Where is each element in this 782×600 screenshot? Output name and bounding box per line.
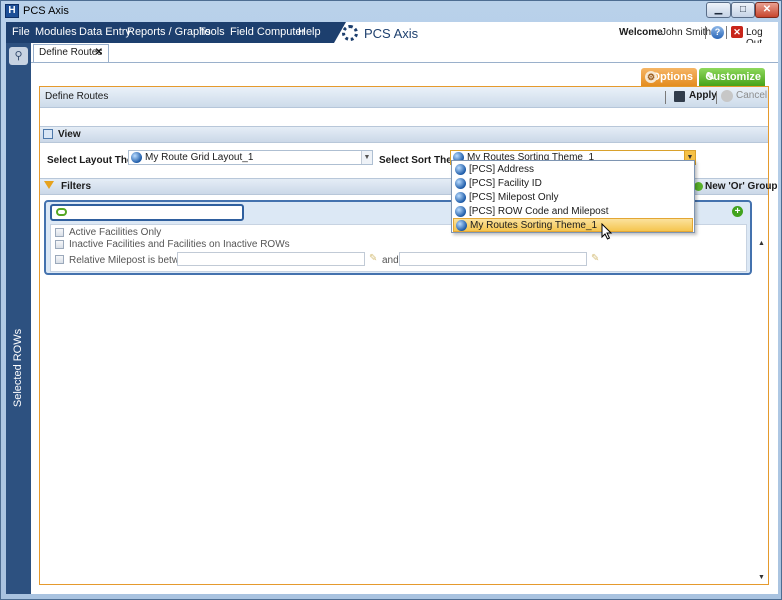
- divider: [726, 26, 727, 39]
- panel-header: Define Routes Apply Cancel: [40, 87, 768, 108]
- filter-icon: [44, 181, 54, 189]
- gear-icon: ⚙: [645, 71, 657, 83]
- globe-icon: [455, 164, 466, 175]
- vertical-scrollbar[interactable]: ▲ ▼: [755, 240, 767, 583]
- minimize-button[interactable]: ▁: [706, 2, 731, 18]
- globe-icon: [455, 192, 466, 203]
- tab-strip: Define Routes ✕: [31, 43, 778, 63]
- scroll-down-icon[interactable]: ▼: [758, 574, 765, 581]
- cancel-button[interactable]: Cancel: [736, 90, 767, 101]
- customize-button[interactable]: ✎ Customize: [699, 68, 765, 86]
- layout-theme-value: My Route Grid Layout_1: [145, 152, 254, 163]
- filters-title: Filters: [61, 181, 92, 192]
- dropdown-option[interactable]: [PCS] Milepost Only: [453, 191, 693, 205]
- options-button[interactable]: ⚙ Options: [641, 68, 697, 86]
- inactive-facilities-checkbox[interactable]: [55, 240, 64, 249]
- main-content: Define Routes ✕ ⚙ Options ✎ Customize De…: [31, 43, 778, 594]
- window-title: PCS Axis: [23, 5, 69, 17]
- app-icon: H: [5, 4, 19, 18]
- milepost-to-input[interactable]: [399, 252, 587, 266]
- close-window-button[interactable]: ✕: [755, 2, 779, 18]
- active-facilities-checkbox[interactable]: [55, 228, 64, 237]
- tab-label: Define Routes: [39, 47, 103, 58]
- user-name: John Smith: [661, 27, 712, 38]
- chevron-down-icon[interactable]: ▼: [361, 151, 372, 164]
- new-or-group-button[interactable]: New 'Or' Group: [705, 181, 778, 192]
- view-title: View: [58, 129, 81, 140]
- relative-milepost-checkbox[interactable]: [55, 255, 64, 264]
- and-operator-icon: [56, 208, 67, 216]
- menu-tools[interactable]: Tools: [199, 26, 225, 38]
- globe-icon: [455, 206, 466, 217]
- active-facilities-label: Active Facilities Only: [69, 227, 162, 238]
- save-icon: [674, 91, 685, 102]
- add-filter-button[interactable]: +: [732, 206, 743, 217]
- globe-icon: [455, 178, 466, 189]
- maximize-button[interactable]: □: [731, 2, 755, 18]
- option-label: My Routes Sorting Theme_1: [470, 220, 598, 231]
- dropdown-option[interactable]: [PCS] Facility ID: [453, 177, 693, 191]
- app-name-label: PCS Axis: [364, 26, 419, 41]
- layout-theme-select[interactable]: My Route Grid Layout_1 ▼: [128, 150, 373, 165]
- option-label: [PCS] Facility ID: [469, 178, 542, 189]
- grid-icon: [43, 129, 53, 139]
- cancel-icon: [721, 90, 733, 102]
- scroll-up-icon[interactable]: ▲: [758, 240, 765, 247]
- divider: [705, 26, 706, 39]
- view-section-header[interactable]: View: [40, 126, 768, 143]
- menu-modules[interactable]: Modules: [35, 26, 77, 38]
- add-group-icon: [694, 182, 703, 191]
- left-sidebar: ⚲ Selected ROWs: [6, 43, 31, 594]
- group-name-input[interactable]: [50, 204, 244, 221]
- welcome-label: Welcome: [619, 27, 663, 38]
- selected-rows-tab[interactable]: Selected ROWs: [12, 325, 26, 411]
- panel-title: Define Routes: [45, 91, 109, 102]
- menu-field-computer[interactable]: Field Computer: [230, 26, 305, 38]
- tab-define-routes[interactable]: Define Routes ✕: [33, 44, 109, 62]
- dropdown-option[interactable]: [PCS] Address: [453, 163, 693, 177]
- logout-icon[interactable]: ✕: [731, 26, 743, 38]
- option-label: [PCS] Milepost Only: [469, 192, 559, 203]
- dropdown-option[interactable]: [PCS] ROW Code and Milepost: [453, 205, 693, 219]
- menu-data-entry[interactable]: Data Entry: [79, 26, 131, 38]
- option-label: [PCS] ROW Code and Milepost: [469, 206, 609, 217]
- inactive-facilities-label: Inactive Facilities and Facilities on In…: [69, 239, 290, 250]
- wrench-icon: ✎: [705, 71, 715, 83]
- globe-icon: [131, 152, 142, 163]
- search-icon[interactable]: ⚲: [9, 47, 28, 65]
- divider: [665, 91, 666, 104]
- mouse-cursor-icon: [601, 223, 613, 240]
- pencil-icon[interactable]: ✎: [591, 253, 601, 264]
- option-label: [PCS] Address: [469, 164, 535, 175]
- pencil-icon[interactable]: ✎: [369, 253, 379, 264]
- app-window: H PCS Axis ▁ □ ✕ File Modules Data Entry…: [0, 0, 782, 600]
- pcs-axis-logo-icon: [342, 25, 358, 41]
- and-label: and: [382, 255, 399, 266]
- menu-dark-area: File Modules Data Entry Reports / Graphs…: [6, 22, 346, 43]
- dropdown-option-selected[interactable]: My Routes Sorting Theme_1: [453, 218, 693, 232]
- close-icon[interactable]: ✕: [95, 45, 103, 61]
- milepost-from-input[interactable]: [177, 252, 365, 266]
- sort-theme-dropdown: [PCS] Address [PCS] Facility ID [PCS] Mi…: [451, 160, 695, 233]
- globe-icon: [456, 220, 467, 231]
- options-label: Options: [651, 71, 693, 83]
- menu-bar: File Modules Data Entry Reports / Graphs…: [6, 22, 778, 49]
- menu-help[interactable]: Help: [298, 26, 321, 38]
- divider: [716, 91, 717, 104]
- title-bar: H PCS Axis ▁ □ ✕: [1, 1, 781, 21]
- apply-button[interactable]: Apply: [689, 90, 717, 101]
- menu-file[interactable]: File: [12, 26, 30, 38]
- help-icon[interactable]: ?: [711, 26, 724, 39]
